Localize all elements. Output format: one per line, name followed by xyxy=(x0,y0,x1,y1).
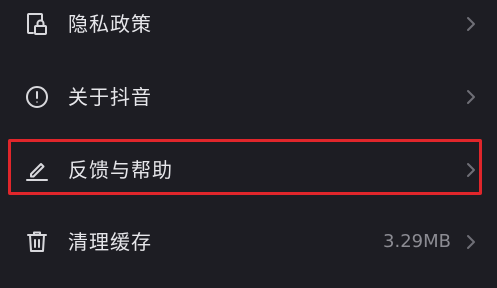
trash-icon xyxy=(24,229,50,255)
menu-item-privacy-policy[interactable]: 隐私政策 xyxy=(0,0,497,60)
menu-item-label: 清理缓存 xyxy=(68,230,152,254)
menu-item-label: 反馈与帮助 xyxy=(68,158,173,182)
chevron-right-icon xyxy=(465,161,477,179)
menu-item-about-douyin[interactable]: 关于抖音 xyxy=(0,61,497,133)
chevron-right-icon xyxy=(465,233,477,251)
pencil-icon xyxy=(24,157,50,183)
chevron-right-icon xyxy=(465,15,477,33)
chevron-right-icon xyxy=(465,88,477,106)
menu-item-label: 关于抖音 xyxy=(68,85,152,109)
cache-size-value: 3.29MB xyxy=(383,231,451,252)
menu-item-clear-cache[interactable]: 清理缓存 3.29MB xyxy=(0,206,497,278)
privacy-document-lock-icon xyxy=(24,11,50,37)
menu-item-label: 隐私政策 xyxy=(68,12,152,36)
settings-menu: 隐私政策 关于抖音 反馈与帮助 清理缓存 3.29MB xyxy=(0,0,497,288)
info-circle-icon xyxy=(24,84,50,110)
menu-item-feedback-help[interactable]: 反馈与帮助 xyxy=(0,134,497,206)
